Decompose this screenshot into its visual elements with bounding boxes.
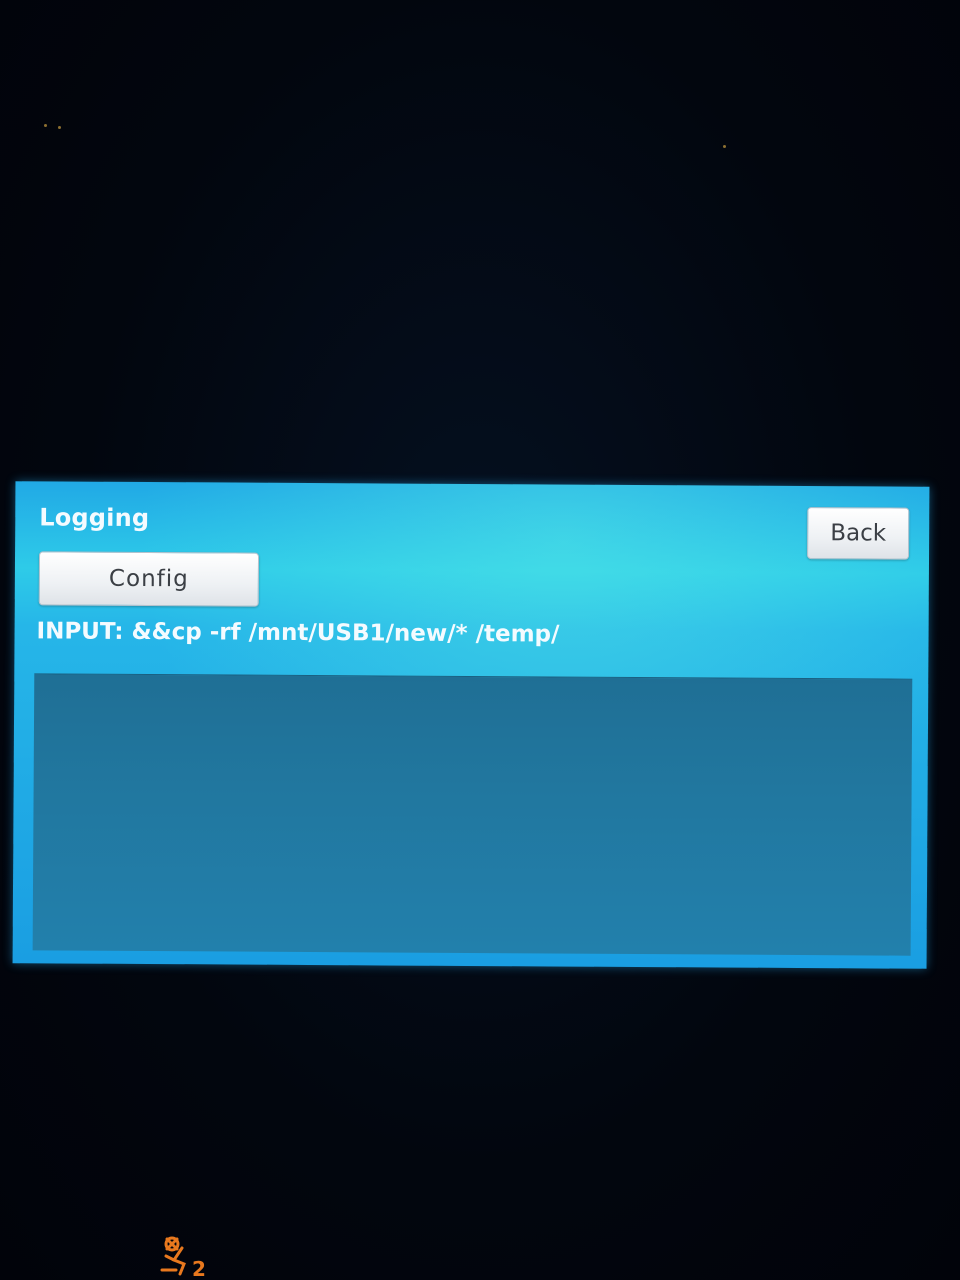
- input-command-text: INPUT: &&cp -rf /mnt/USB1/new/* /temp/: [36, 618, 560, 648]
- bezel-speck: [44, 124, 47, 127]
- back-button[interactable]: Back: [807, 507, 910, 560]
- passenger-airbag-off-icon: 2: [160, 1236, 206, 1278]
- config-button[interactable]: Config: [38, 551, 260, 607]
- bezel-speck: [723, 145, 726, 148]
- logging-screen: Logging Back Config INPUT: &&cp -rf /mnt…: [12, 481, 930, 969]
- svg-text:2: 2: [192, 1257, 206, 1278]
- bezel-speck: [58, 126, 61, 129]
- page-title: Logging: [39, 503, 150, 533]
- log-output-area[interactable]: [32, 673, 913, 956]
